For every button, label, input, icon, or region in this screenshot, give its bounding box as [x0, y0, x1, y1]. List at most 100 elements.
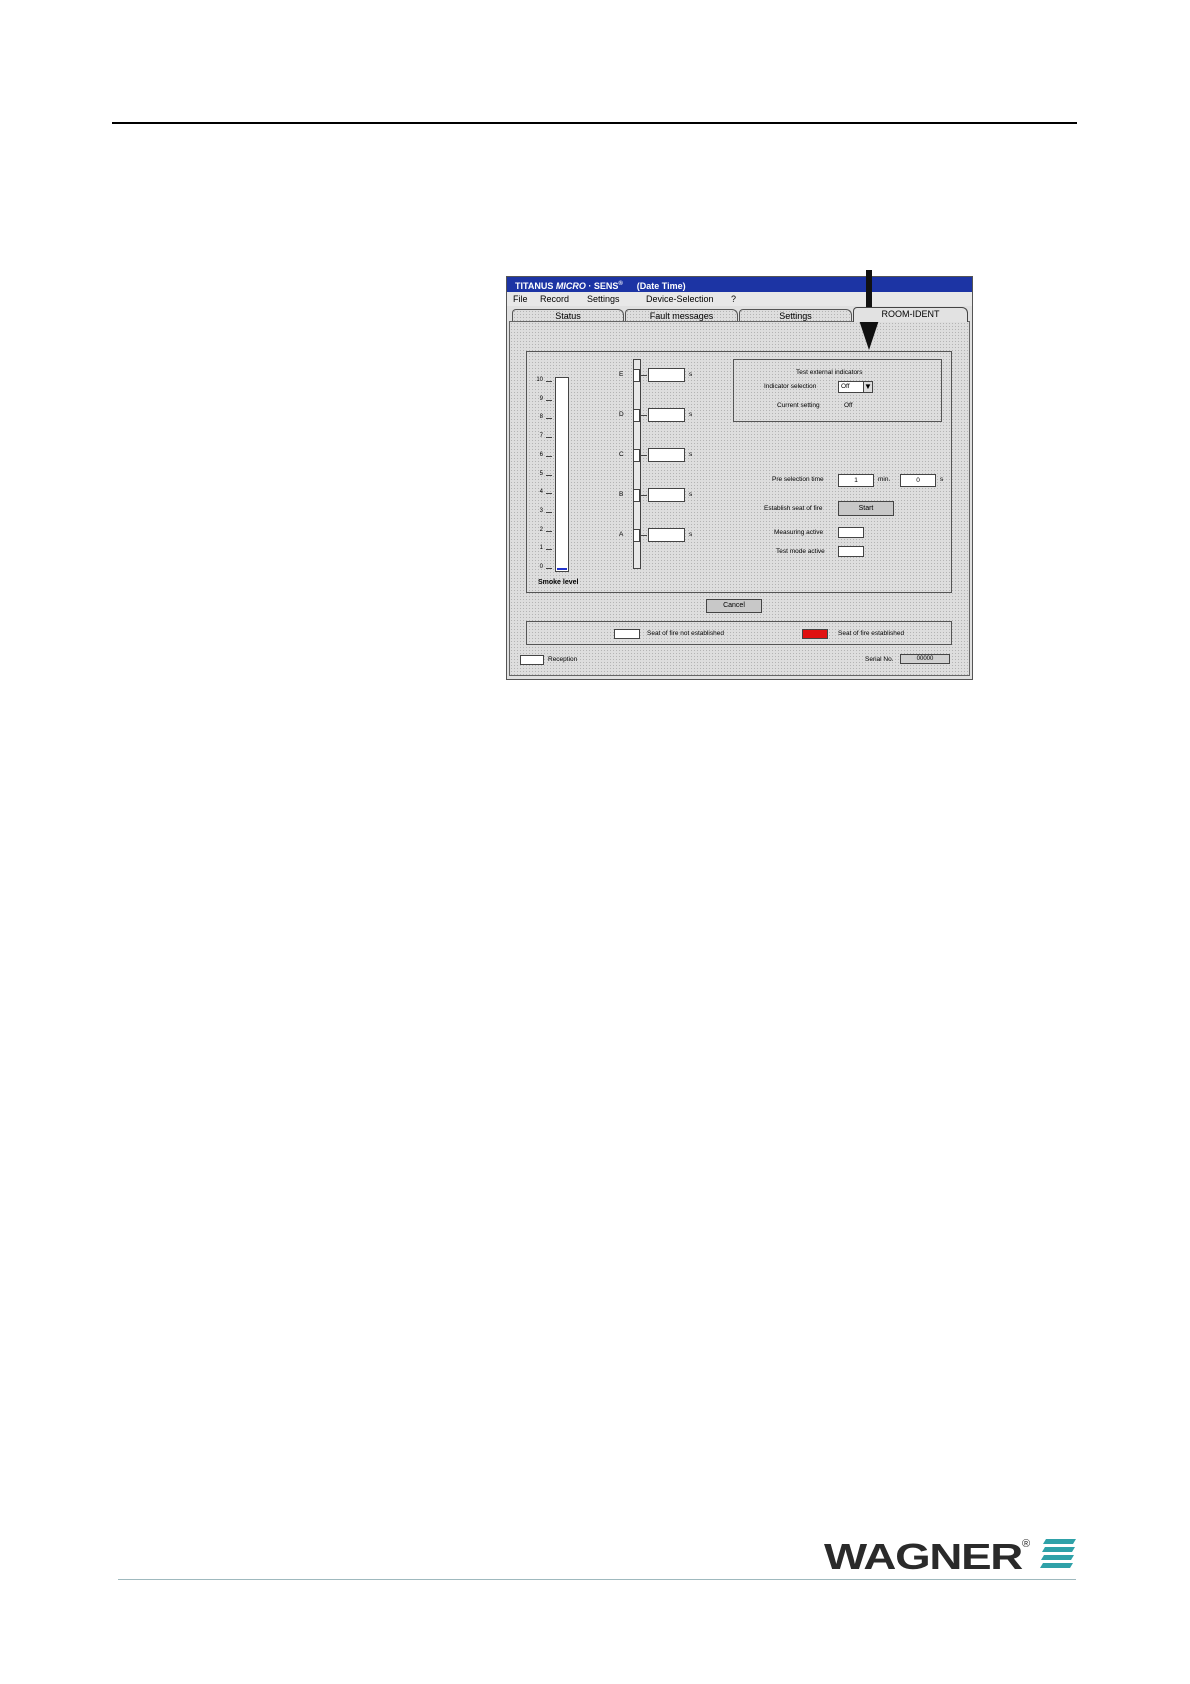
current-setting-label: Current setting: [777, 402, 820, 409]
serial-value: 00000: [900, 654, 950, 664]
menu-file[interactable]: File: [513, 292, 528, 306]
reception-label: Reception: [548, 656, 578, 663]
gauge-tick: [546, 437, 552, 439]
pre-selection-min-unit: min.: [878, 476, 891, 483]
logo-registered: ®: [1022, 1538, 1030, 1550]
indicator-selection-select[interactable]: Off: [838, 381, 864, 393]
smoke-level-gauge: [555, 377, 569, 572]
test-mode-active-label: Test mode active: [776, 548, 825, 555]
footer-rule: [118, 1579, 1076, 1580]
header-rule: [112, 122, 1077, 124]
zone-a-detector: [633, 529, 640, 542]
zone-c-connector: [641, 455, 647, 456]
zone-e-detector: [633, 369, 640, 382]
measuring-active-indicator: [838, 527, 864, 538]
zone-b-time-field[interactable]: [648, 488, 685, 502]
zone-b-label: B: [619, 491, 624, 498]
chevron-down-icon[interactable]: ▼: [863, 381, 873, 393]
current-setting-value: Off: [844, 402, 853, 409]
gauge-tick: [546, 511, 552, 513]
zone-c-detector: [633, 449, 640, 462]
smoke-level-fill: [557, 568, 567, 570]
zone-d-label: D: [619, 411, 624, 418]
menu-bar: File Record Settings Device-Selection ?: [507, 292, 972, 306]
app-title: TITANUS: [515, 281, 556, 291]
menu-record[interactable]: Record: [540, 292, 569, 306]
gauge-tick-label: 3: [539, 507, 543, 514]
reception-indicator: [520, 655, 544, 665]
gauge-tick-label: 0: [539, 564, 543, 570]
zone-e-time-field[interactable]: [648, 368, 685, 382]
indicators-title: Test external indicators: [796, 369, 863, 376]
gauge-tick-label: 2: [539, 526, 543, 533]
zone-b-detector: [633, 489, 640, 502]
start-button[interactable]: Start: [838, 501, 894, 516]
gauge-tick-label: 6: [539, 451, 543, 458]
logo-stripes-icon: [1040, 1539, 1076, 1568]
gauge-tick-label: 8: [539, 414, 543, 421]
tab-strip: Status Fault messages Settings ROOM-IDEN…: [507, 306, 972, 322]
establish-seat-label: Establish seat of fire: [764, 505, 823, 512]
gauge-tick-label: 5: [539, 470, 543, 477]
gauge-tick-label: 1: [539, 545, 543, 552]
gauge-tick: [546, 549, 552, 551]
zone-d-detector: [633, 409, 640, 422]
gauge-tick-label: 4: [539, 489, 543, 496]
pre-selection-sec-input[interactable]: 0: [900, 474, 936, 487]
legend-established-label: Seat of fire established: [838, 630, 905, 637]
gauge-tick: [546, 493, 552, 495]
date-time: (Date Time): [636, 281, 686, 291]
test-mode-active-indicator: [838, 546, 864, 557]
app-title-registered: ®: [618, 281, 623, 287]
cancel-button[interactable]: Cancel: [706, 599, 762, 613]
gauge-tick: [546, 474, 552, 476]
pre-selection-min-input[interactable]: 1: [838, 474, 874, 487]
zone-a-connector: [641, 535, 647, 536]
smoke-level-label: Smoke level: [538, 579, 579, 586]
zone-b-unit: s: [689, 491, 693, 498]
menu-settings[interactable]: Settings: [587, 292, 620, 306]
gauge-tick: [546, 399, 552, 401]
menu-device-selection[interactable]: Device-Selection: [646, 292, 714, 306]
zone-c-label: C: [619, 451, 624, 458]
measuring-active-label: Measuring active: [774, 529, 824, 536]
zone-a-time-field[interactable]: [648, 528, 685, 542]
software-screenshot: TITANUS MICRO · SENS® (Date Time) File Re…: [506, 276, 973, 680]
tab-settings[interactable]: Settings: [739, 309, 852, 321]
gauge-tick: [546, 381, 552, 382]
gauge-tick: [546, 530, 552, 532]
zone-a-unit: s: [689, 531, 693, 538]
tab-status[interactable]: Status: [512, 309, 624, 321]
app-title-rest: · SENS: [585, 281, 619, 291]
tab-fault-messages[interactable]: Fault messages: [625, 309, 738, 321]
zone-e-connector: [641, 375, 647, 376]
logo-wordmark: WAGNER: [824, 1536, 1023, 1577]
legend-not-established-swatch: [614, 629, 640, 639]
zone-b-connector: [641, 495, 647, 496]
wagner-logo: WAGNER ®: [824, 1535, 1084, 1579]
zone-d-unit: s: [689, 411, 693, 418]
tab-room-ident[interactable]: ROOM-IDENT: [853, 307, 968, 322]
gauge-tick-label: 7: [539, 433, 543, 440]
gauge-tick: [546, 418, 552, 420]
zone-a-label: A: [619, 531, 624, 538]
gauge-tick: [546, 455, 552, 457]
legend-not-established-label: Seat of fire not established: [647, 630, 724, 637]
zone-c-time-field[interactable]: [648, 448, 685, 462]
zone-d-time-field[interactable]: [648, 408, 685, 422]
pre-selection-label: Pre selection time: [772, 476, 824, 483]
menu-help[interactable]: ?: [731, 292, 736, 306]
zone-e-unit: s: [689, 371, 693, 378]
zone-c-unit: s: [689, 451, 693, 458]
gauge-tick: [546, 568, 552, 569]
zone-e-label: E: [619, 371, 624, 378]
serial-label: Serial No.: [865, 656, 894, 663]
pre-selection-sec-unit: s: [940, 476, 944, 483]
title-bar: TITANUS MICRO · SENS® (Date Time): [507, 277, 972, 292]
gauge-tick-label: 10: [536, 377, 543, 383]
zone-d-connector: [641, 415, 647, 416]
indicator-selection-label: Indicator selection: [764, 383, 817, 390]
legend-established-swatch: [802, 629, 828, 639]
gauge-tick-label: 9: [539, 395, 543, 402]
app-title-italic: MICRO: [555, 281, 586, 291]
